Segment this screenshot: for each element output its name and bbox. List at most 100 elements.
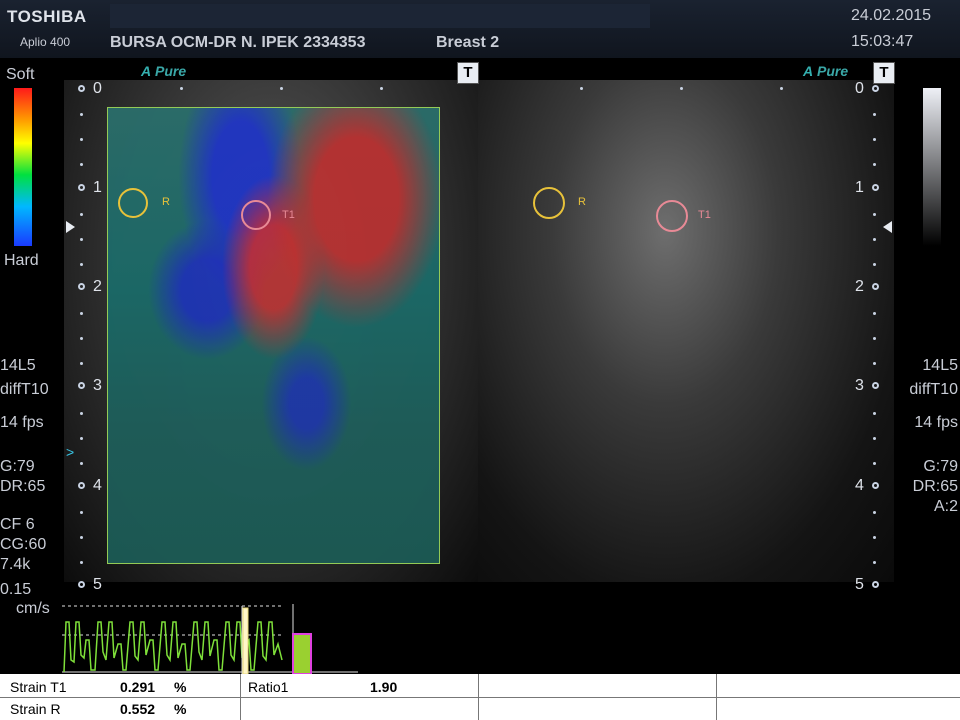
apure-text-left: Pure [155, 63, 187, 79]
left-cg: CG:60 [0, 536, 47, 553]
gray-scale-bar [923, 88, 941, 246]
lateral-dot [180, 87, 183, 90]
depth-label-left-2: 2 [93, 278, 102, 295]
depth-minor-dot [80, 212, 83, 216]
left-gain: G:79 [0, 458, 35, 475]
focus-chevron-icon[interactable]: > [66, 444, 74, 460]
strain-t1-unit: % [174, 679, 187, 695]
strain-curve [63, 621, 283, 673]
lateral-dot [380, 87, 383, 90]
depth-tick [872, 283, 879, 290]
depth-tick [78, 184, 85, 191]
left-vel: 0.15 [0, 581, 32, 598]
strain-r-value: 0.552 [120, 701, 156, 717]
roi-target-label-left: T1 [282, 209, 295, 221]
elastography-box[interactable] [107, 107, 440, 564]
hard-label: Hard [4, 252, 39, 269]
t-button-right[interactable]: T [873, 62, 895, 84]
depth-minor-dot [873, 436, 876, 440]
depth-minor-dot [873, 536, 876, 539]
depth-label-right-3: 3 [855, 377, 864, 394]
depth-label-right-2: 2 [855, 278, 864, 295]
strain-waveform[interactable] [62, 600, 362, 674]
soft-label: Soft [6, 66, 35, 83]
strain-t1-value: 0.291 [120, 679, 156, 695]
left-probe: 14L5 [0, 357, 36, 374]
ratio-value: 1.90 [370, 679, 398, 695]
depth-minor-dot [873, 163, 876, 166]
lateral-dot [680, 87, 683, 90]
depth-tick [78, 382, 85, 389]
lateral-dot [780, 87, 783, 90]
frame-cursor-marker [242, 607, 249, 674]
depth-minor-dot [873, 237, 876, 241]
depth-minor-dot [80, 262, 83, 266]
left-cf: CF 6 [0, 516, 35, 533]
depth-minor-dot [80, 337, 83, 340]
depth-tick [78, 482, 85, 489]
depth-tick [78, 283, 85, 290]
depth-tick [872, 581, 879, 588]
depth-minor-dot [873, 262, 876, 266]
bmode-image-right [478, 80, 894, 582]
depth-tick [872, 482, 879, 489]
roi-target-left[interactable] [241, 200, 271, 230]
left-mode: diffT10 [0, 381, 49, 398]
strain-r-unit: % [174, 701, 187, 717]
roi-ref-label-right: R [578, 196, 586, 208]
apure-text-right: Pure [817, 63, 849, 79]
table-row-divider [0, 697, 960, 698]
lateral-dot [580, 87, 583, 90]
depth-label-left-3: 3 [93, 377, 102, 394]
depth-minor-dot [873, 212, 876, 216]
exam-time: 15:03:47 [851, 33, 914, 50]
roi-target-label-right: T1 [698, 209, 711, 221]
depth-minor-dot [873, 561, 876, 564]
left-fps: 14 fps [0, 414, 44, 431]
depth-minor-dot [80, 536, 83, 539]
roi-reference-left[interactable] [118, 188, 148, 218]
roi-ref-label-left: R [162, 196, 170, 208]
depth-minor-dot [80, 436, 83, 440]
depth-label-left-0: 0 [93, 80, 102, 97]
depth-tick [872, 184, 879, 191]
depth-minor-dot [873, 362, 876, 365]
depth-label-right-4: 4 [855, 477, 864, 494]
depth-label-right-0: 0 [855, 80, 864, 97]
depth-tick [872, 382, 879, 389]
depth-minor-dot [873, 312, 876, 315]
model-name: Aplio 400 [20, 35, 71, 49]
roi-target-right[interactable] [656, 200, 688, 232]
depth-label-right-5: 5 [855, 576, 864, 593]
depth-minor-dot [80, 138, 83, 141]
depth-minor-dot [80, 113, 83, 116]
lateral-dot [280, 87, 283, 90]
depth-minor-dot [80, 237, 83, 241]
depth-label-left-4: 4 [93, 477, 102, 494]
patient-id-field[interactable] [110, 4, 650, 28]
depth-label-right-1: 1 [855, 179, 864, 196]
depth-minor-dot [80, 163, 83, 166]
brand-logo: TOSHIBA [7, 7, 87, 26]
left-vel-unit: cm/s [16, 600, 50, 617]
patient-info: BURSA OCM-DR N. IPEK 2334353 [110, 34, 366, 51]
depth-label-left-5: 5 [93, 576, 102, 593]
depth-minor-dot [873, 337, 876, 340]
strain-t1-label: Strain T1 [10, 679, 67, 695]
focus-marker-left[interactable] [66, 221, 75, 233]
depth-minor-dot [873, 511, 876, 514]
focus-marker-right[interactable] [883, 221, 892, 233]
apure-label-left: A Pure [141, 63, 187, 79]
apure-label-right: A Pure [803, 63, 849, 79]
depth-tick [78, 581, 85, 588]
depth-minor-dot [873, 411, 876, 415]
depth-minor-dot [873, 113, 876, 116]
depth-minor-dot [80, 461, 83, 465]
depth-minor-dot [80, 362, 83, 365]
elasticity-color-bar [14, 88, 32, 246]
preset-name: Breast 2 [436, 34, 500, 51]
roi-reference-right[interactable] [533, 187, 565, 219]
depth-tick [78, 85, 85, 92]
depth-minor-dot [80, 561, 83, 564]
t-button-left[interactable]: T [457, 62, 479, 84]
